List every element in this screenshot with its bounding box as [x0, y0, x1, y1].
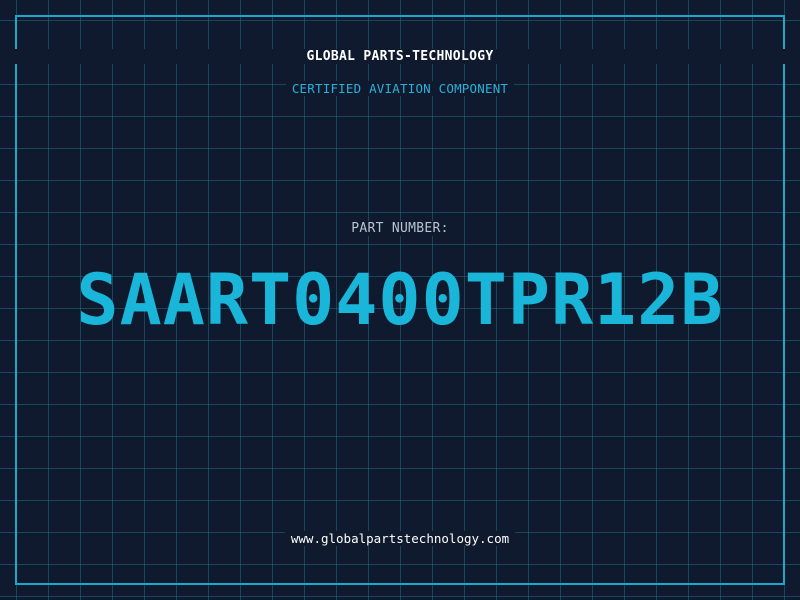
certification-subtitle: CERTIFIED AVIATION COMPONENT [0, 81, 800, 96]
website-url-text: www.globalpartstechnology.com [284, 531, 516, 546]
part-number-label-text: PART NUMBER: [345, 221, 455, 236]
part-number-label: PART NUMBER: [0, 221, 800, 236]
company-name: GLOBAL PARTS-TECHNOLOGY [0, 49, 800, 64]
part-number-value: SAART0400TPR12B [76, 259, 724, 341]
company-name-text: GLOBAL PARTS-TECHNOLOGY [300, 49, 500, 64]
website-url: www.globalpartstechnology.com [0, 531, 800, 546]
certification-subtitle-text: CERTIFIED AVIATION COMPONENT [285, 81, 515, 96]
